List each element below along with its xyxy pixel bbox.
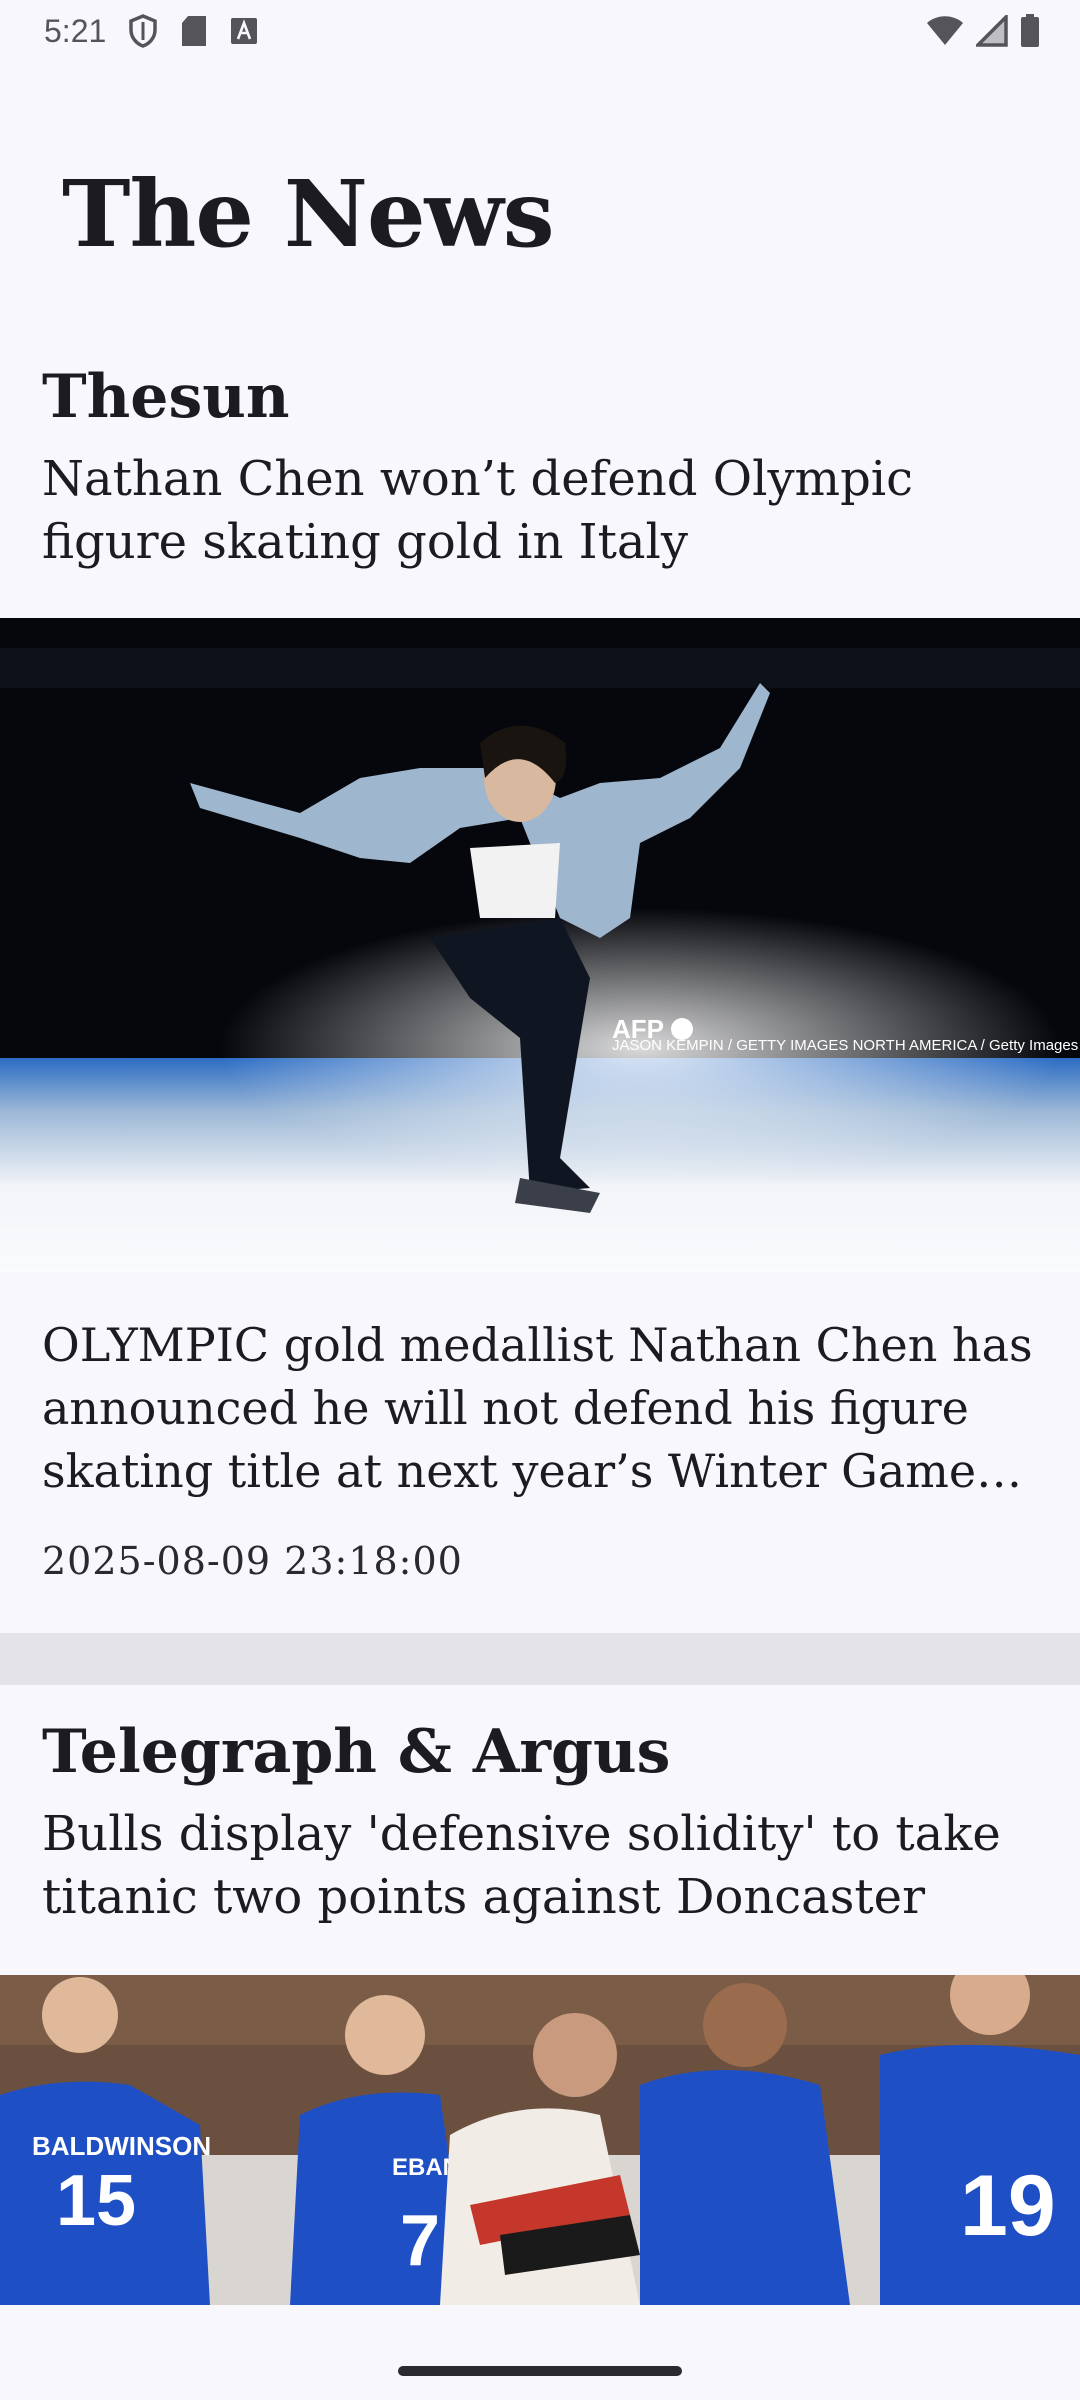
- article-card[interactable]: Thesun Nathan Chen won’t defend Olympic …: [0, 340, 1080, 1633]
- wifi-icon: [926, 15, 964, 47]
- article-source: Telegraph & Argus: [42, 1717, 671, 1787]
- jersey-number: 19: [960, 2158, 1056, 2254]
- article-image[interactable]: AFP JASON KEMPIN / GETTY IMAGES NORTH AM…: [0, 618, 1080, 1272]
- rugby-match-photo: BALDWINSON 15 EBANSON 7 19: [0, 1975, 1080, 2305]
- sd-card-icon: [180, 15, 208, 47]
- status-bar: 5:21: [0, 0, 1080, 62]
- jersey-number: 15: [56, 2161, 136, 2241]
- status-time: 5:21: [44, 12, 107, 49]
- article-separator: [0, 1633, 1080, 1685]
- article-card[interactable]: Telegraph & Argus Bulls display 'defensi…: [0, 1685, 1080, 2305]
- cell-signal-icon: [976, 15, 1008, 47]
- news-feed[interactable]: Thesun Nathan Chen won’t defend Olympic …: [0, 340, 1080, 2305]
- figure-skater-photo: AFP JASON KEMPIN / GETTY IMAGES NORTH AM…: [0, 618, 1080, 1272]
- keyboard-a-icon: [230, 17, 258, 45]
- gesture-nav-handle[interactable]: [398, 2366, 682, 2376]
- article-headline[interactable]: Bulls display 'defensive solidity' to ta…: [42, 1803, 1038, 1929]
- article-source: Thesun: [42, 362, 290, 432]
- shield-icon: [128, 14, 158, 48]
- article-timestamp: 2025-08-09 23:18:00: [42, 1539, 463, 1583]
- jersey-number: 7: [400, 2201, 440, 2281]
- article-headline[interactable]: Nathan Chen won’t defend Olympic figure …: [42, 448, 1038, 574]
- image-credit: JASON KEMPIN / GETTY IMAGES NORTH AMERIC…: [612, 1037, 1078, 1054]
- article-summary[interactable]: OLYMPIC gold medallist Nathan Chen has a…: [0, 1272, 1080, 1503]
- article-image[interactable]: BALDWINSON 15 EBANSON 7 19: [0, 1975, 1080, 2305]
- app-title: The News: [62, 160, 555, 268]
- battery-icon: [1020, 14, 1040, 48]
- jersey-name: BALDWINSON: [32, 2131, 211, 2161]
- article-header: Thesun Nathan Chen won’t defend Olympic …: [0, 340, 1080, 574]
- article-header: Telegraph & Argus Bulls display 'defensi…: [0, 1685, 1080, 1929]
